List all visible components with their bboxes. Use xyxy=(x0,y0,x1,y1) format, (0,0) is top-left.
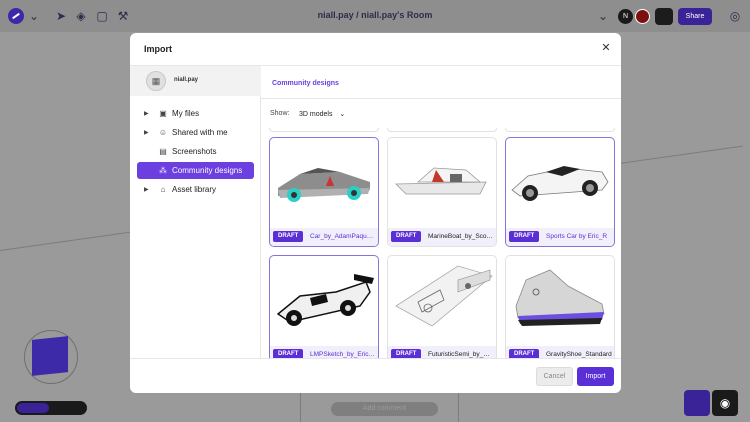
boat-thumbnail xyxy=(395,167,487,195)
sidebar-item-label: Community designs xyxy=(172,166,243,175)
race-car-thumbnail xyxy=(278,168,370,202)
caret-right-icon[interactable]: ▶ xyxy=(144,186,149,193)
model-card[interactable]: DRAFT GravityShoe_Standard xyxy=(505,255,615,358)
sidebar-item-community-designs[interactable]: ⁂ Community designs xyxy=(137,162,254,179)
card-title: FuturisticSemi_by_Devin xyxy=(428,351,494,358)
vr-headset-icon[interactable] xyxy=(655,8,673,25)
user-avatar-icon: ▦ xyxy=(146,71,166,91)
sidebar-item-label: My files xyxy=(172,109,200,118)
card-stub xyxy=(505,128,615,132)
semi-truck-thumbnail xyxy=(395,265,493,327)
card-title: Car_by_AdamPaquette xyxy=(310,233,376,240)
breadcrumb[interactable]: Community designs xyxy=(272,80,339,87)
add-comment-button[interactable]: Add comment xyxy=(331,402,438,416)
library-icon: ⌂ xyxy=(160,185,166,194)
status-badge: DRAFT xyxy=(509,349,540,358)
import-dialog: Import ✕ ▦ niall.pay ▶ ▣ My files ▶ ☺ Sh… xyxy=(130,33,621,393)
sidebar-item-shared-with-me[interactable]: ▶ ☺ Shared with me xyxy=(137,124,254,141)
model-card[interactable]: DRAFT MarineBoat_by_ScottChen xyxy=(387,137,497,247)
card-title: GravityShoe_Standard xyxy=(546,351,612,358)
status-badge: DRAFT xyxy=(273,349,304,358)
caret-right-icon[interactable]: ▶ xyxy=(144,110,149,117)
users-icon: ☺ xyxy=(158,128,168,137)
status-badge: DRAFT xyxy=(509,231,540,242)
model-card[interactable]: DRAFT Car_by_AdamPaquette xyxy=(269,137,379,247)
card-stub xyxy=(387,128,497,132)
terrain-icon[interactable] xyxy=(684,390,710,416)
sidebar-item-label: Shared with me xyxy=(172,128,228,137)
user-name: niall.pay xyxy=(174,77,199,83)
sports-car-thumbnail xyxy=(511,166,609,201)
folder-icon: ▣ xyxy=(159,109,167,118)
sidebar-item-label: Screenshots xyxy=(172,147,217,156)
image-icon: ▤ xyxy=(159,147,167,156)
status-badge: DRAFT xyxy=(273,231,304,242)
user-row: ▦ niall.pay xyxy=(130,66,261,96)
dialog-title: Import xyxy=(144,44,172,54)
sidebar-item-label: Asset library xyxy=(172,185,217,194)
mode-toggle-active[interactable] xyxy=(17,403,49,413)
card-title: LMPSketch_by_EricRoper xyxy=(310,351,376,358)
model-grid[interactable]: DRAFT Car_by_AdamPaquette DRAFT MarineBo… xyxy=(261,128,621,358)
view-cube-icon[interactable] xyxy=(32,336,68,376)
community-icon: ⁂ xyxy=(159,166,167,175)
sidebar-item-screenshots[interactable]: ▤ Screenshots xyxy=(137,143,254,160)
card-stub xyxy=(269,128,379,132)
status-badge: DRAFT xyxy=(391,231,422,242)
top-toolbar: ⌄ ➤ ◈ ▢ ⚒ niall.pay / niall.pay's Room ⌄… xyxy=(0,0,750,32)
import-sidebar: ▦ niall.pay ▶ ▣ My files ▶ ☺ Shared with… xyxy=(130,66,261,358)
sidebar-item-my-files[interactable]: ▶ ▣ My files xyxy=(137,105,254,122)
share-button[interactable]: Share xyxy=(678,8,712,25)
card-title: Sports Car by Eric_R xyxy=(546,233,608,240)
status-badge: DRAFT xyxy=(391,349,422,358)
divider xyxy=(130,358,621,359)
divider xyxy=(261,98,621,99)
instagram-icon[interactable]: ◎ xyxy=(728,9,742,23)
shoe-thumbnail xyxy=(515,269,605,326)
chevron-down-icon[interactable]: ⌄ xyxy=(339,111,345,118)
chevron-down-icon[interactable]: ⌄ xyxy=(596,9,610,23)
model-card[interactable]: DRAFT FuturisticSemi_by_Devin xyxy=(387,255,497,358)
sidebar-item-asset-library[interactable]: ▶ ⌂ Asset library xyxy=(137,181,254,198)
caret-right-icon[interactable]: ▶ xyxy=(144,129,149,136)
model-card[interactable]: DRAFT Sports Car by Eric_R xyxy=(505,137,615,247)
avatar[interactable] xyxy=(635,9,650,24)
filter-select-value[interactable]: 3D models xyxy=(299,111,332,118)
avatar[interactable]: N xyxy=(618,9,633,24)
eye-icon[interactable]: ◉ xyxy=(712,390,738,416)
filter-select[interactable]: 3D models ⌄ xyxy=(299,110,345,118)
cancel-button[interactable]: Cancel xyxy=(536,367,573,386)
card-title: MarineBoat_by_ScottChen xyxy=(428,233,494,240)
import-button[interactable]: Import xyxy=(577,367,614,386)
filter-label: Show: xyxy=(270,110,290,117)
close-icon[interactable]: ✕ xyxy=(600,42,612,54)
model-card[interactable]: DRAFT LMPSketch_by_EricRoper xyxy=(269,255,379,358)
lmp-car-thumbnail xyxy=(276,274,374,326)
